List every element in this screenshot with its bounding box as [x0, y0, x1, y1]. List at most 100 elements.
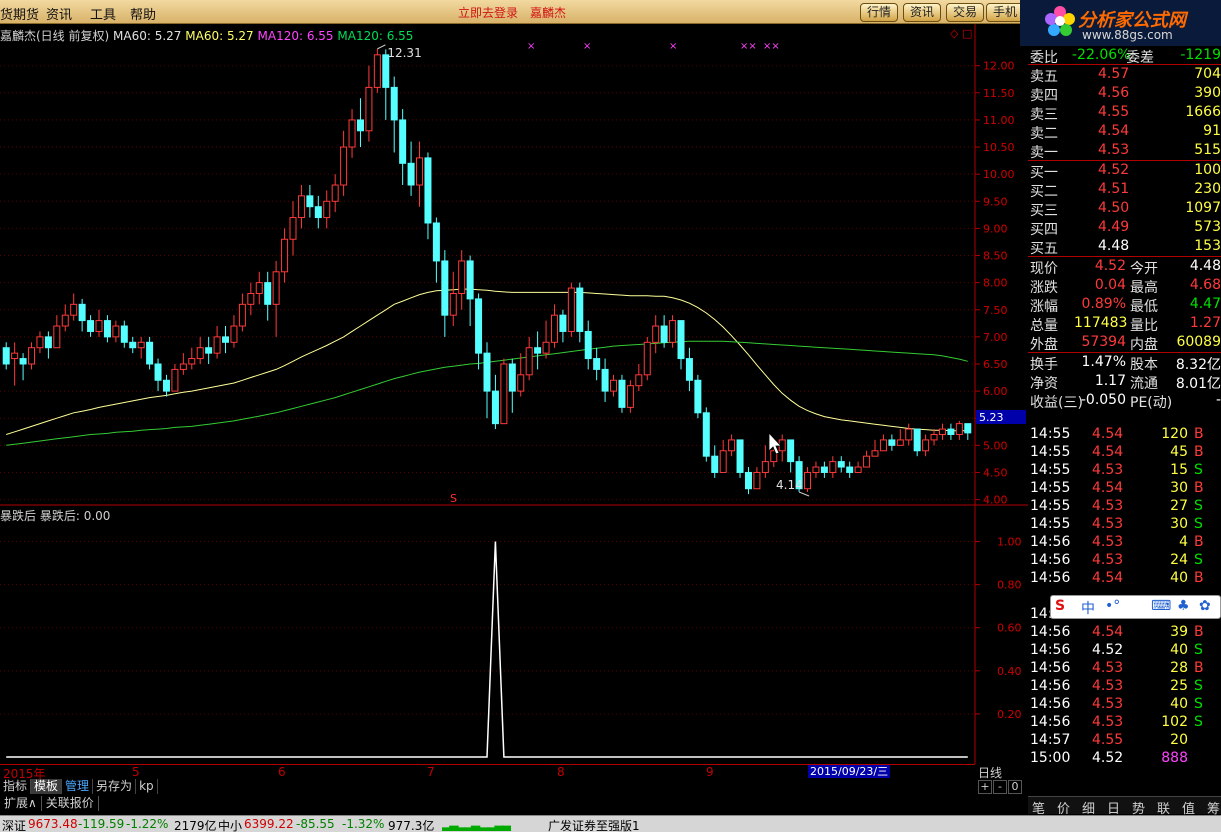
- bid-row: 买四 4.49 573: [1028, 218, 1221, 238]
- candle-body: [491, 390, 499, 425]
- fund-label: 股本: [1130, 357, 1158, 373]
- tick-volume: 30: [1170, 516, 1188, 532]
- tick-row: 14:56 4.53 102 S: [1028, 714, 1221, 732]
- candle-body: [230, 325, 238, 343]
- candle-body: [356, 119, 364, 132]
- tick-side: B: [1194, 480, 1204, 496]
- period-selector[interactable]: 日线: [978, 764, 1028, 780]
- tick-row: 14:57 4.55 20: [1028, 732, 1221, 750]
- tick-volume: 39: [1170, 624, 1188, 640]
- settings-icon[interactable]: ✿: [1199, 598, 1211, 614]
- tab-indicator[interactable]: 指标: [0, 779, 32, 794]
- fund-value: -0.050: [1080, 392, 1126, 408]
- candle-body: [424, 157, 432, 224]
- bid-label: 买四: [1030, 222, 1058, 238]
- tab-extend[interactable]: 扩展∧: [0, 796, 42, 811]
- tick-volume: 15: [1170, 462, 1188, 478]
- tab-related-quotes[interactable]: 关联报价: [42, 796, 99, 811]
- candle-body: [222, 336, 230, 343]
- ask-price: 4.55: [1098, 104, 1130, 120]
- bid-price: 4.49: [1098, 219, 1130, 235]
- ime-punct-icon[interactable]: •°: [1105, 598, 1120, 614]
- price-tick-label: 4.50: [983, 466, 1008, 479]
- candle-body: [618, 379, 626, 408]
- tick-row: 14:55 4.54 30 B: [1028, 480, 1221, 498]
- flower-logo-icon: [1045, 6, 1075, 36]
- candle-body: [36, 336, 44, 349]
- chart-corner-icons[interactable]: ◇ □: [950, 27, 972, 40]
- keyboard-icon[interactable]: ⌨: [1151, 598, 1171, 614]
- ask-label: 卖五: [1030, 69, 1058, 85]
- candle-body: [348, 119, 356, 148]
- zoom-out-button[interactable]: -: [993, 780, 1007, 794]
- tab-manage[interactable]: 管理: [62, 779, 94, 794]
- price-tick-label: 7.00: [983, 331, 1008, 344]
- tab-kp[interactable]: kp: [136, 779, 158, 794]
- indicator-name: 暴跌后: [0, 509, 37, 523]
- candle-body: [626, 385, 634, 408]
- zoom-controls: + -0: [978, 780, 1028, 794]
- candle-body: [635, 374, 643, 387]
- candle-body: [542, 341, 550, 354]
- tick-row: 14:56 4.53 4 B: [1028, 534, 1221, 552]
- tick-price: 4.54: [1092, 480, 1124, 496]
- bid-row: 买五 4.48 153: [1028, 237, 1221, 257]
- tick-volume: 20: [1170, 732, 1188, 748]
- fund-label: 净资: [1030, 376, 1058, 392]
- sz-change: -119.59: [78, 817, 125, 831]
- candle-body: [416, 157, 424, 186]
- tick-volume: 24: [1170, 552, 1188, 568]
- indicator-tick-label: 0.80: [997, 579, 1022, 592]
- stat-label: 最低: [1130, 299, 1158, 315]
- price-chart[interactable]: 12.00 11.50 11.00 10.50 10.00 9.50 9.00 8.50 8.0…: [0, 0, 1028, 764]
- status-bar: 深证 9673.48 -119.59 -1.22% 2179亿 中小 6399.…: [0, 815, 1221, 832]
- tick-side: B: [1194, 534, 1204, 550]
- zoom-reset-button[interactable]: 0: [1008, 780, 1022, 794]
- candle-body: [964, 423, 972, 434]
- candle-body: [323, 200, 331, 219]
- sz-percent: -1.22%: [126, 817, 169, 831]
- candle-body: [719, 450, 727, 473]
- tab-template[interactable]: 模板: [31, 779, 63, 794]
- ask-volume: 1666: [1185, 104, 1221, 120]
- tick-volume: 120: [1161, 426, 1188, 442]
- svg-text:××: ××: [740, 41, 757, 52]
- ime-toolbar[interactable]: S 中 •° ⌨ ♣ ✿: [1050, 595, 1221, 619]
- price-tick-label: 10.50: [983, 141, 1015, 154]
- svg-text:×: ×: [669, 41, 677, 52]
- broker-name: 广发证券至强版1: [548, 819, 640, 832]
- candle-body: [449, 292, 457, 316]
- stat-label: 涨幅: [1030, 299, 1058, 315]
- tab-save-as[interactable]: 另存为: [93, 779, 137, 794]
- ask-volume: 91: [1203, 123, 1221, 139]
- skin-icon[interactable]: ♣: [1177, 598, 1190, 614]
- svg-text:×: ×: [527, 41, 535, 52]
- candle-body: [475, 298, 483, 354]
- tick-price: 4.54: [1092, 426, 1124, 442]
- bid-price: 4.52: [1098, 162, 1130, 178]
- price-tick-label: 12.00: [983, 60, 1015, 73]
- candle-body: [120, 325, 128, 343]
- candle-body: [373, 54, 381, 88]
- price-tick-label: 6.00: [983, 385, 1008, 398]
- candle-body: [922, 439, 930, 452]
- indicator-grid: [0, 541, 975, 715]
- candle-body: [264, 282, 272, 305]
- tick-time: 14:57: [1030, 732, 1071, 748]
- candle-body: [728, 439, 736, 452]
- candle-body: [525, 347, 533, 376]
- candle-body: [947, 428, 955, 435]
- sz-label: 深证: [2, 819, 27, 832]
- ask-label: 卖二: [1030, 126, 1058, 142]
- indicator-tabs: 指标 模板 管理 另存为 kp: [0, 779, 158, 795]
- zoom-in-button[interactable]: +: [978, 780, 992, 794]
- tick-time: 14:56: [1030, 696, 1071, 712]
- candle-body: [238, 303, 246, 327]
- candle-body: [500, 363, 508, 425]
- ime-mode[interactable]: 中: [1081, 598, 1095, 618]
- tick-row: 14:55 4.53 30 S: [1028, 516, 1221, 534]
- stat-label: 今开: [1130, 261, 1158, 277]
- candle-body: [829, 461, 837, 473]
- tick-row: 14:56 4.52 40 S: [1028, 642, 1221, 660]
- tick-price: 4.53: [1092, 552, 1124, 568]
